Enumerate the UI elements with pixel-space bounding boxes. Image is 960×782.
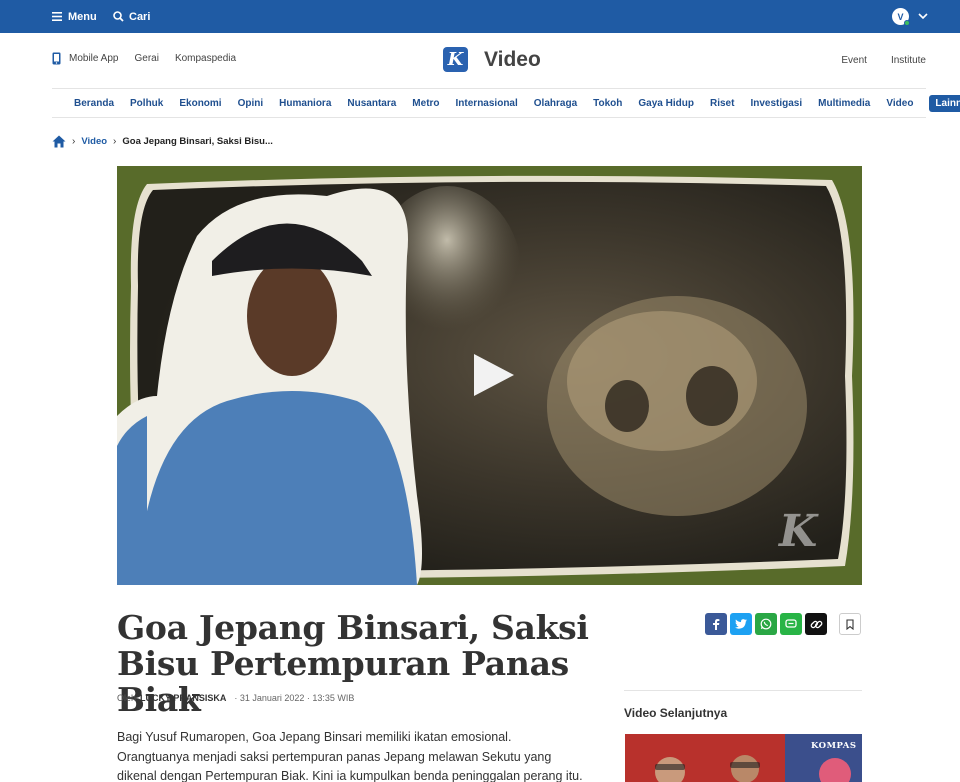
search-button[interactable]: Cari [113,0,150,33]
whatsapp-share-button[interactable] [755,613,777,635]
publish-date: · 31 Januari 2022 · 13:35 WIB [234,693,355,703]
nav-item-metro[interactable]: Metro [412,98,439,109]
nav-item-ekonomi[interactable]: Ekonomi [179,98,221,109]
online-status-dot [904,20,910,26]
nav-item-investigasi[interactable]: Investigasi [750,98,802,109]
subheader-left-links: Mobile App Gerai Kompaspedia [52,52,252,65]
section-title: Video [484,48,541,71]
share-buttons [705,613,827,635]
link-institute[interactable]: Institute [891,55,926,66]
menu-button[interactable]: Menu [52,0,97,33]
link-icon [810,620,822,628]
search-icon [113,11,124,22]
nav-item-polhuk[interactable]: Polhuk [130,98,163,109]
link-gerai[interactable]: Gerai [134,53,158,64]
whatsapp-icon [760,618,772,630]
nav-item-multimedia[interactable]: Multimedia [818,98,870,109]
breadcrumb-separator: › [113,136,117,147]
nav-item-olahraga[interactable]: Olahraga [534,98,577,109]
home-icon[interactable] [52,135,66,148]
bookmark-button[interactable] [839,613,861,635]
nav-item-beranda[interactable]: Beranda [74,98,114,109]
breadcrumb-current: Goa Jepang Binsari, Saksi Bisu... [122,136,273,147]
article-body: Bagi Yusuf Rumaropen, Goa Jepang Binsari… [117,730,583,782]
nav-item-riset[interactable]: Riset [710,98,734,109]
byline-prefix: Oleh [117,693,137,703]
breadcrumb-separator: › [72,136,76,147]
link-event[interactable]: Event [841,55,867,66]
subheader-right-links: Event Institute [817,55,926,66]
avatar[interactable]: V [892,8,910,26]
article-byline: Oleh LUCKY PRANSISKA · 31 Januari 2022 ·… [117,693,354,703]
breadcrumb: › Video › Goa Jepang Binsari, Saksi Bisu… [52,135,273,148]
link-kompaspedia[interactable]: Kompaspedia [175,53,236,64]
breadcrumb-video[interactable]: Video [81,136,107,147]
nav-item-video[interactable]: Video [886,98,913,109]
nav-item-lainnya[interactable]: Lainnya [929,94,960,112]
avatar-initial: V [897,11,904,22]
link-mobile-app[interactable]: Mobile App [69,53,118,64]
twitter-icon [735,619,747,629]
hamburger-icon [52,12,62,21]
video-watermark: K [779,506,818,557]
phone-icon [52,52,61,65]
facebook-share-button[interactable] [705,613,727,635]
line-icon [785,619,797,628]
search-label: Cari [129,10,151,23]
top-bar: Menu Cari V [0,0,960,33]
menu-label: Menu [68,10,97,23]
kompas-logo[interactable]: K [443,47,468,72]
chevron-down-icon[interactable] [917,10,929,22]
author-name[interactable]: LUCKY PRANSISKA [140,693,226,703]
sidebar-divider [624,690,862,691]
main-nav: Beranda Polhuk Ekonomi Opini Humaniora N… [52,88,960,118]
nav-item-humaniora[interactable]: Humaniora [279,98,331,109]
nav-item-gaya-hidup[interactable]: Gaya Hidup [638,98,694,109]
play-icon[interactable] [470,352,516,398]
copy-link-button[interactable] [805,613,827,635]
nav-item-tokoh[interactable]: Tokoh [593,98,622,109]
next-video-brand-label: KOMPAS [811,741,857,751]
nav-item-nusantara[interactable]: Nusantara [347,98,396,109]
nav-item-opini[interactable]: Opini [238,98,264,109]
bookmark-icon [846,618,854,630]
nav-item-internasional[interactable]: Internasional [456,98,518,109]
facebook-icon [713,619,720,630]
sidebar-title: Video Selanjutnya [624,706,728,720]
line-share-button[interactable] [780,613,802,635]
twitter-share-button[interactable] [730,613,752,635]
